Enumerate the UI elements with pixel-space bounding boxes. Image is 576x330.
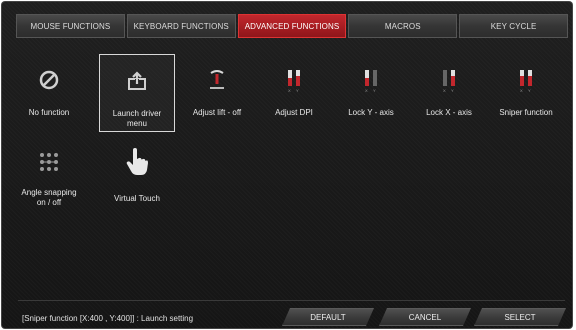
angle-snapping-icon (11, 142, 87, 182)
status-text: [Sniper function [X:400 , Y:400]] : Laun… (22, 314, 194, 323)
function-virtual-touch[interactable]: Virtual Touch (99, 142, 175, 204)
sniper-icon: XY (488, 60, 564, 100)
cancel-button[interactable]: CANCEL (379, 308, 471, 326)
svg-text:X: X (443, 88, 446, 93)
svg-text:X: X (288, 88, 291, 93)
function-adjust-dpi[interactable]: XY Adjust DPI (256, 60, 332, 118)
launch-driver-icon (100, 61, 174, 101)
function-label: Angle snapping on / off (21, 188, 77, 207)
function-label: Sniper function (499, 108, 553, 117)
tab-advanced-functions[interactable]: ADVANCED FUNCTIONS (237, 14, 347, 38)
function-sniper[interactable]: XY Sniper function (488, 60, 564, 118)
svg-text:X: X (365, 88, 368, 93)
function-label: Launch driver menu (112, 109, 162, 128)
function-label: Lock Y - axis (348, 108, 394, 117)
dpi-icon: XY (256, 60, 332, 100)
function-lock-x-axis[interactable]: XY Lock X - axis (411, 60, 487, 118)
lock-x-axis-icon: XY (411, 60, 487, 100)
tab-mouse-functions[interactable]: MOUSE FUNCTIONS (16, 14, 125, 38)
function-label: Adjust DPI (275, 108, 313, 117)
function-label: Adjust lift - off (192, 108, 242, 117)
svg-text:Y: Y (373, 88, 376, 93)
no-function-icon (11, 60, 87, 100)
function-lock-y-axis[interactable]: XY Lock Y - axis (333, 60, 409, 118)
function-no-function[interactable]: No function (11, 60, 87, 118)
tab-key-cycle[interactable]: KEY CYCLE (459, 14, 568, 38)
function-label: No function (28, 108, 70, 117)
tab-keyboard-functions[interactable]: KEYBOARD FUNCTIONS (126, 14, 236, 38)
function-adjust-lift-off[interactable]: Adjust lift - off (179, 60, 255, 118)
hand-pointer-icon (99, 142, 175, 182)
lift-off-icon (179, 60, 255, 100)
lock-y-axis-icon: XY (333, 60, 409, 100)
function-label: Lock X - axis (426, 108, 472, 117)
advanced-functions-panel: MOUSE FUNCTIONS KEYBOARD FUNCTIONS ADVAN… (2, 2, 572, 328)
svg-text:X: X (520, 88, 523, 93)
function-launch-driver-menu[interactable]: Launch driver menu (99, 54, 175, 132)
select-button[interactable]: SELECT (474, 308, 566, 326)
svg-text:Y: Y (528, 88, 531, 93)
divider (18, 300, 565, 301)
function-angle-snapping[interactable]: Angle snapping on / off (11, 142, 87, 208)
tab-bar: MOUSE FUNCTIONS KEYBOARD FUNCTIONS ADVAN… (16, 14, 568, 38)
svg-text:Y: Y (451, 88, 454, 93)
default-button[interactable]: DEFAULT (282, 308, 374, 326)
svg-text:Y: Y (296, 88, 299, 93)
function-label: Virtual Touch (114, 194, 160, 203)
tab-macros[interactable]: MACROS (348, 14, 458, 38)
